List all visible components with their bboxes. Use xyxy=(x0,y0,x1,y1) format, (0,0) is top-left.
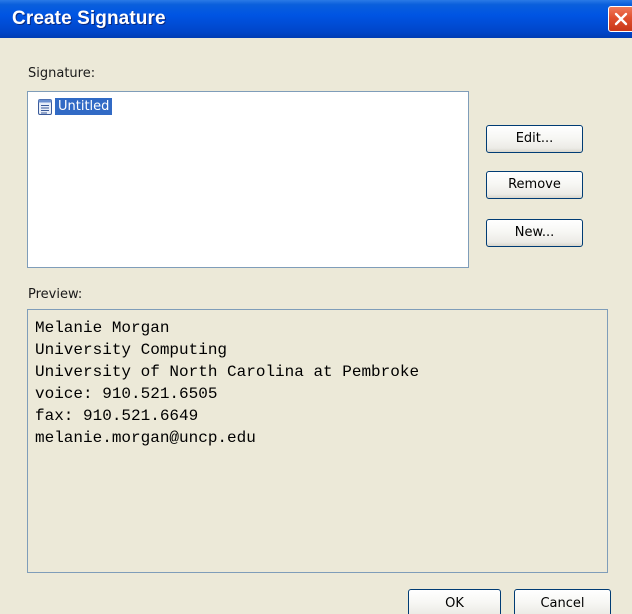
preview-line-name: Melanie Morgan xyxy=(35,319,170,337)
preview-line-department: University Computing xyxy=(35,341,228,359)
preview-line-fax: fax: 910.521.6649 xyxy=(35,407,199,425)
close-button[interactable] xyxy=(608,6,632,32)
edit-button-label: Edit... xyxy=(515,131,554,146)
ok-button[interactable]: OK xyxy=(408,589,501,614)
cancel-button-label: Cancel xyxy=(540,596,585,611)
title-bar[interactable]: Create Signature xyxy=(0,0,632,38)
cancel-button[interactable]: Cancel xyxy=(514,589,611,614)
window-title: Create Signature xyxy=(12,8,166,29)
new-button-label: New... xyxy=(514,225,555,240)
ok-button-label: OK xyxy=(445,596,464,611)
signature-label: Signature: xyxy=(28,66,96,81)
preview-line-email: melanie.morgan@uncp.edu xyxy=(35,429,256,447)
new-button[interactable]: New... xyxy=(486,219,583,247)
signature-item-label: Untitled xyxy=(55,98,113,115)
signature-list[interactable]: Untitled xyxy=(27,91,469,268)
signature-preview: Melanie Morgan University Computing Univ… xyxy=(27,309,608,573)
signature-list-item[interactable]: Untitled xyxy=(37,97,113,116)
document-icon xyxy=(38,98,52,115)
remove-button[interactable]: Remove xyxy=(486,171,583,199)
remove-button-label: Remove xyxy=(508,177,561,192)
close-icon xyxy=(614,12,628,26)
preview-line-university: University of North Carolina at Pembroke xyxy=(35,363,420,381)
create-signature-dialog: Create Signature Signature: Untitled Edi… xyxy=(0,0,632,614)
preview-label: Preview: xyxy=(28,287,83,302)
preview-line-voice: voice: 910.521.6505 xyxy=(35,385,218,403)
edit-button[interactable]: Edit... xyxy=(486,125,583,153)
